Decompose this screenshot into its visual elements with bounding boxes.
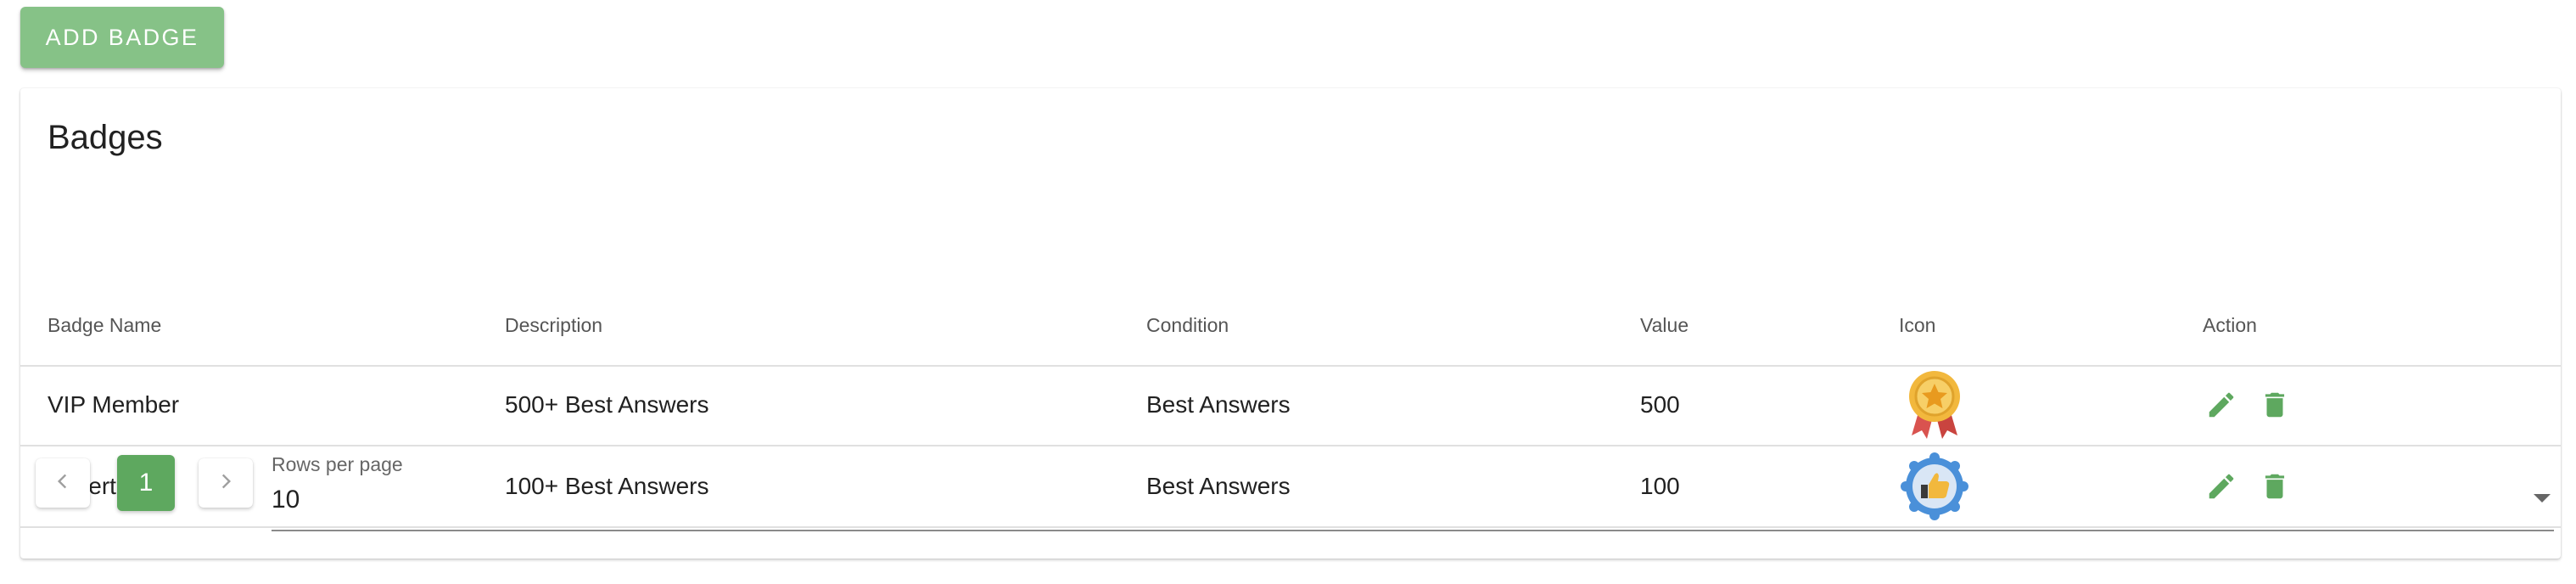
card-title: Badges [48, 119, 163, 156]
pagination: 1 Rows per page 10 [20, 445, 2561, 540]
medal-star-icon [1899, 369, 1970, 441]
caret-down-icon [2534, 494, 2551, 503]
next-page-button[interactable] [199, 458, 253, 508]
delete-icon[interactable] [2256, 386, 2293, 424]
badge-condition-cell: Best Answers [1146, 391, 1291, 418]
badge-icon-cell [1899, 365, 1970, 445]
actions-cell [2203, 365, 2310, 445]
table-row: VIP Member 500+ Best Answers Best Answer… [20, 365, 2561, 446]
badge-name-cell: VIP Member [48, 391, 180, 418]
previous-page-button[interactable] [36, 458, 90, 508]
badges-card: Badges Badge Name Description Condition … [20, 88, 2561, 559]
rows-per-page-select[interactable]: Rows per page 10 [272, 450, 2554, 531]
column-header-action: Action [2203, 313, 2257, 336]
add-badge-button[interactable]: ADD BADGE [20, 7, 224, 68]
table-header: Badge Name Description Condition Value I… [20, 285, 2561, 367]
column-header-icon: Icon [1899, 313, 1936, 336]
page: ADD BADGE Badges Badge Name Description … [0, 0, 2576, 584]
badge-value-cell: 500 [1640, 391, 1680, 418]
column-header-value: Value [1640, 313, 1689, 336]
edit-icon[interactable] [2203, 386, 2240, 424]
chevron-left-icon [52, 470, 74, 497]
column-header-description: Description [505, 313, 603, 336]
badge-description-cell: 500+ Best Answers [505, 391, 709, 418]
column-header-badge-name: Badge Name [48, 313, 162, 336]
rows-per-page-value: 10 [272, 486, 300, 514]
chevron-right-icon [215, 470, 237, 497]
rows-per-page-label: Rows per page [272, 453, 403, 475]
page-button-current[interactable]: 1 [117, 455, 175, 511]
column-header-condition: Condition [1146, 313, 1229, 336]
